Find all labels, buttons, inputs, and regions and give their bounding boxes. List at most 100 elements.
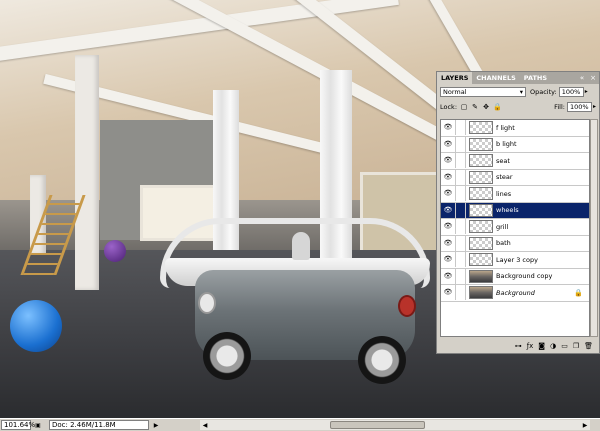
layer-name: seat — [496, 156, 510, 165]
opacity-label: Opacity: — [530, 87, 557, 96]
eye-icon[interactable]: 👁 — [441, 169, 456, 185]
layer-link-cell[interactable] — [456, 285, 466, 301]
purple-ball — [104, 240, 126, 262]
fx-icon[interactable]: ƒx — [527, 342, 534, 350]
fill-label: Fill: — [554, 102, 565, 111]
car-back-light — [398, 295, 416, 317]
layer-row[interactable]: 👁 b light — [441, 136, 589, 153]
status-icon[interactable]: ▣ — [33, 420, 43, 430]
tab-channels[interactable]: CHANNELS — [472, 72, 519, 84]
pillar — [75, 55, 99, 290]
trash-icon[interactable]: 🗑 — [584, 342, 593, 350]
lock-all-icon[interactable]: 🔒 — [493, 103, 502, 111]
layer-thumbnail — [469, 121, 493, 135]
layer-thumbnail — [469, 220, 493, 234]
blend-row: Normal ▾ Opacity: 100% ▸ — [437, 84, 599, 99]
layer-thumbnail — [469, 253, 493, 267]
eye-icon[interactable]: 👁 — [441, 235, 456, 251]
eye-icon[interactable]: 👁 — [441, 186, 456, 202]
layer-thumbnail — [469, 137, 493, 151]
eye-icon[interactable]: 👁 — [441, 120, 456, 136]
layer-thumbnail — [469, 154, 493, 168]
adjustment-icon[interactable]: ◑ — [550, 342, 556, 350]
layer-name: stear — [496, 173, 513, 182]
eye-icon[interactable]: 👁 — [441, 285, 456, 301]
tab-paths[interactable]: PATHS — [520, 72, 551, 84]
layer-list: 👁 f light 👁 b light 👁 seat 👁 stear 👁 lines 👁 wheels… — [440, 119, 590, 337]
car-seat — [292, 232, 310, 260]
layer-row[interactable]: 👁 bath — [441, 235, 589, 252]
layer-link-cell[interactable] — [456, 153, 466, 169]
panel-tabs: LAYERS CHANNELS PATHS « × — [437, 72, 599, 84]
layer-name: f light — [496, 123, 515, 132]
panel-close-icon[interactable]: × — [587, 72, 599, 84]
eye-icon[interactable]: 👁 — [441, 252, 456, 268]
layer-list-scrollbar[interactable] — [590, 119, 598, 337]
layer-link-cell[interactable] — [456, 252, 466, 268]
link-icon[interactable]: ⊶ — [515, 342, 522, 350]
layer-thumbnail — [469, 203, 493, 217]
layer-link-cell[interactable] — [456, 136, 466, 152]
layer-row[interactable]: 👁 lines — [441, 186, 589, 203]
scroll-right-icon[interactable]: ▶ — [580, 420, 590, 430]
lock-move-icon[interactable]: ✥ — [482, 103, 490, 111]
layer-row[interactable]: 👁 grill — [441, 219, 589, 236]
doc-info: Doc: 2.46M/11.8M — [49, 420, 149, 430]
eye-icon[interactable]: 👁 — [441, 268, 456, 284]
lock-transparent-icon[interactable]: ▢ — [460, 103, 468, 111]
layer-name: Background — [496, 288, 535, 297]
blend-mode-select[interactable]: Normal ▾ — [440, 86, 526, 97]
layer-link-cell[interactable] — [456, 235, 466, 251]
eye-icon[interactable]: 👁 — [441, 136, 456, 152]
opacity-field[interactable]: 100% — [558, 86, 584, 97]
eye-icon[interactable]: 👁 — [441, 153, 456, 169]
layer-name: wheels — [496, 206, 519, 215]
layer-row[interactable]: 👁 stear — [441, 169, 589, 186]
layers-bottom-bar: ⊶ ƒx ◙ ◑ ▭ ❐ 🗑 — [437, 339, 599, 353]
lock-brush-icon[interactable]: ✎ — [471, 103, 479, 111]
layer-row[interactable]: 👁 Background copy — [441, 268, 589, 285]
blend-mode-value: Normal — [443, 87, 467, 96]
layer-thumbnail — [469, 236, 493, 250]
status-menu-arrow-icon[interactable]: ▶ — [151, 420, 161, 430]
scroll-left-icon[interactable]: ◀ — [200, 420, 210, 430]
doc-info-text: Doc: 2.46M/11.8M — [52, 421, 116, 429]
layer-name: lines — [496, 189, 512, 198]
fill-arrow-icon[interactable]: ▸ — [593, 103, 596, 110]
layer-row[interactable]: 👁 seat — [441, 153, 589, 170]
chevron-down-icon: ▾ — [519, 87, 523, 96]
layer-link-cell[interactable] — [456, 186, 466, 202]
layer-row[interactable]: 👁 Background 🔒 — [441, 285, 589, 302]
layer-link-cell[interactable] — [456, 202, 466, 218]
panel-collapse-icon[interactable]: « — [577, 72, 587, 84]
fill-value: 100% — [569, 102, 589, 111]
horizontal-scrollbar[interactable]: ◀ ▶ — [200, 420, 590, 430]
layer-row[interactable]: 👁 wheels — [441, 202, 589, 219]
layer-link-cell[interactable] — [456, 219, 466, 235]
car-wheel-rear — [358, 336, 406, 384]
zoom-value: 101.64% — [4, 421, 36, 429]
tab-layers[interactable]: LAYERS — [437, 72, 473, 84]
car-front-light — [198, 292, 216, 314]
layer-link-cell[interactable] — [456, 169, 466, 185]
layer-link-cell[interactable] — [456, 268, 466, 284]
blue-ball — [10, 300, 62, 352]
mask-icon[interactable]: ◙ — [538, 342, 545, 350]
layer-name: grill — [496, 222, 509, 231]
layers-panel: LAYERS CHANNELS PATHS « × Normal ▾ Opaci… — [436, 71, 600, 354]
opacity-arrow-icon[interactable]: ▸ — [585, 88, 588, 95]
eye-icon[interactable]: 👁 — [441, 219, 456, 235]
new-layer-icon[interactable]: ❐ — [573, 342, 579, 350]
layer-thumbnail — [469, 286, 493, 300]
horizontal-scroll-thumb[interactable] — [330, 421, 425, 429]
folder-icon[interactable]: ▭ — [561, 342, 568, 350]
layer-row[interactable]: 👁 f light — [441, 120, 589, 137]
eye-icon[interactable]: 👁 — [441, 202, 456, 218]
fill-field[interactable]: 100% — [566, 101, 592, 112]
layer-link-cell[interactable] — [456, 120, 466, 136]
zoom-field[interactable]: 101.64% — [1, 420, 35, 430]
car-wheel-front — [203, 332, 251, 380]
layer-row[interactable]: 👁 Layer 3 copy — [441, 252, 589, 269]
layer-thumbnail — [469, 269, 493, 283]
opacity-value: 100% — [561, 87, 581, 96]
